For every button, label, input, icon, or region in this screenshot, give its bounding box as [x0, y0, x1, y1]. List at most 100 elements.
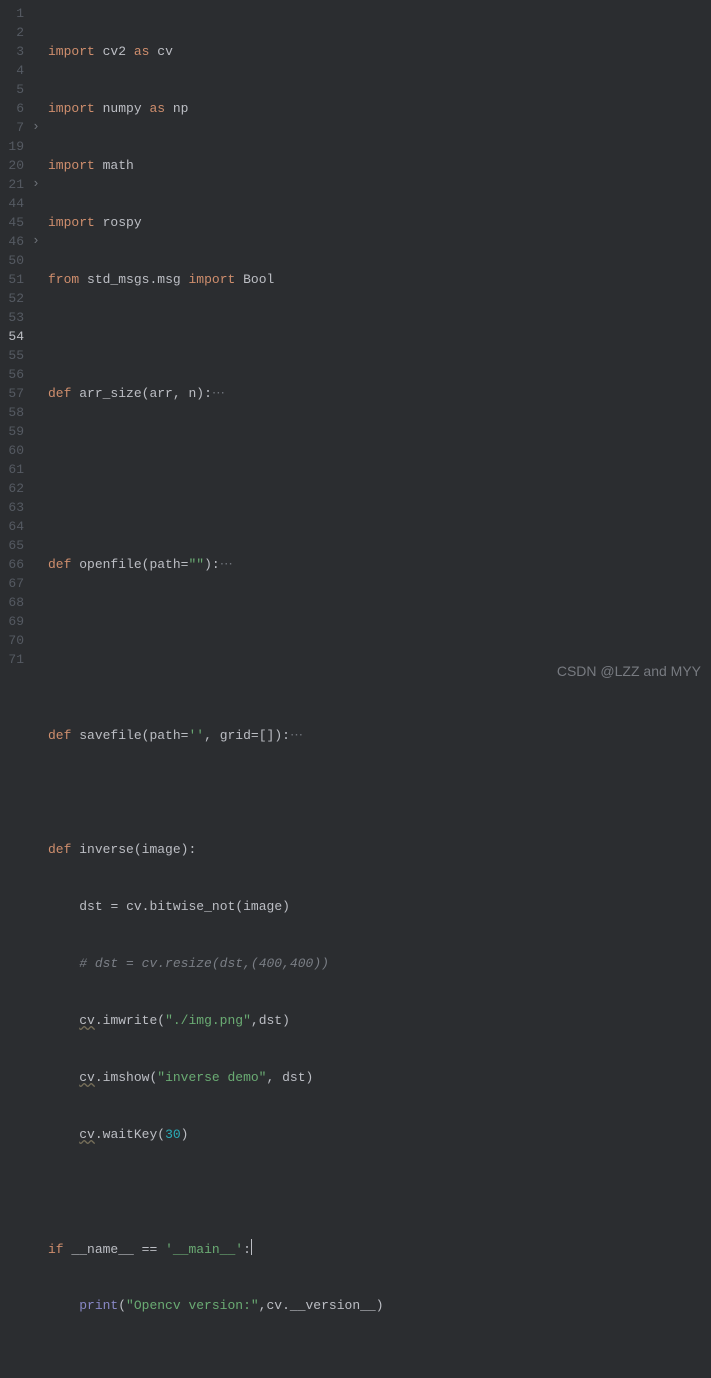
line-number: 20: [4, 156, 24, 175]
comment-400: 400: [259, 956, 282, 971]
text-caret: [251, 1239, 252, 1255]
param-grid: grid: [220, 728, 251, 743]
line-number: 44: [4, 194, 24, 213]
fold-column: [30, 0, 44, 689]
fn-savefile: savefile: [79, 728, 141, 743]
alias-cv: cv: [157, 44, 173, 59]
string-empty-sq: '': [188, 728, 204, 743]
line-number: 55: [4, 346, 24, 365]
keyword-from: from: [48, 272, 79, 287]
line-number: 57: [4, 384, 24, 403]
keyword-if: if: [48, 1242, 64, 1257]
var-dst: dst: [79, 899, 102, 914]
line-number: 67: [4, 574, 24, 593]
line-number: 46: [4, 232, 24, 251]
ref-dst: dst: [282, 1070, 305, 1085]
ref-cv: cv: [266, 1298, 282, 1313]
line-number: 54: [4, 327, 24, 346]
comment-txt: ,: [282, 956, 290, 971]
keyword-def: def: [48, 728, 71, 743]
code-area[interactable]: import cv2 as cv import numpy as np impo…: [44, 0, 711, 689]
builtin-print: print: [79, 1298, 118, 1313]
line-number: 50: [4, 251, 24, 270]
line-number: 62: [4, 479, 24, 498]
keyword-import: import: [48, 215, 95, 230]
module-cv2: cv2: [103, 44, 126, 59]
param-image: image: [142, 842, 181, 857]
op-eqeq: ==: [142, 1242, 158, 1257]
string-imgpng: "./img.png": [165, 1013, 251, 1028]
ref-cv: cv: [79, 1070, 95, 1085]
empty-list: []: [259, 728, 275, 743]
line-number: 53: [4, 308, 24, 327]
call-waitkey: waitKey: [103, 1127, 158, 1142]
line-number: 56: [4, 365, 24, 384]
keyword-def: def: [48, 842, 71, 857]
call-imshow: imshow: [103, 1070, 150, 1085]
keyword-def: def: [48, 557, 71, 572]
line-number: 45: [4, 213, 24, 232]
keyword-import: import: [48, 44, 95, 59]
line-number: 6: [4, 99, 24, 118]
line-number: 59: [4, 422, 24, 441]
ref-cv: cv: [79, 1013, 95, 1028]
module-math: math: [103, 158, 134, 173]
string-inverse-demo: "inverse demo": [157, 1070, 266, 1085]
keyword-import: import: [188, 272, 235, 287]
comment-dst: dst: [220, 956, 243, 971]
keyword-def: def: [48, 386, 71, 401]
alias-np: np: [173, 101, 189, 116]
line-number: 66: [4, 555, 24, 574]
line-number: 65: [4, 536, 24, 555]
comment-txt: ): [321, 956, 329, 971]
line-number: 1: [4, 4, 24, 23]
comment-resize: # dst = cv.resize(: [79, 956, 219, 971]
line-number: 51: [4, 270, 24, 289]
fn-arr-size: arr_size: [79, 386, 141, 401]
line-number: 61: [4, 460, 24, 479]
keyword-as: as: [149, 101, 165, 116]
line-number: 71: [4, 650, 24, 669]
line-number: 52: [4, 289, 24, 308]
comment-txt: ,: [243, 956, 251, 971]
comment-txt: (: [251, 956, 259, 971]
fold-ellipsis-icon[interactable]: ⋯: [220, 557, 233, 572]
keyword-import: import: [48, 101, 95, 116]
string-main: '__main__': [165, 1242, 243, 1257]
line-number: 64: [4, 517, 24, 536]
watermark-text: CSDN @LZZ and MYY: [557, 662, 701, 681]
ref-image: image: [243, 899, 282, 914]
module-rospy: rospy: [103, 215, 142, 230]
comment-400: 400: [290, 956, 313, 971]
string-opencv-version: "Opencv version:": [126, 1298, 259, 1313]
ref-cv: cv: [79, 1127, 95, 1142]
keyword-as: as: [134, 44, 150, 59]
comment-txt: ): [313, 956, 321, 971]
fn-inverse: inverse: [79, 842, 134, 857]
line-number: 63: [4, 498, 24, 517]
line-number: 69: [4, 612, 24, 631]
module-numpy: numpy: [103, 101, 142, 116]
line-number: 4: [4, 61, 24, 80]
attr-version: __version__: [290, 1298, 376, 1313]
line-number: 60: [4, 441, 24, 460]
code-editor[interactable]: 1234567192021444546505152535455565758596…: [0, 0, 711, 689]
attr-msg: msg: [157, 272, 180, 287]
ref-cv: cv: [126, 899, 142, 914]
fold-ellipsis-icon[interactable]: ⋯: [290, 728, 303, 743]
param-path: path: [149, 557, 180, 572]
line-number: 3: [4, 42, 24, 61]
fn-openfile: openfile: [79, 557, 141, 572]
keyword-import: import: [48, 158, 95, 173]
line-number: 2: [4, 23, 24, 42]
line-number-gutter: 1234567192021444546505152535455565758596…: [0, 0, 30, 689]
param-arr: arr: [149, 386, 172, 401]
call-imwrite: imwrite: [103, 1013, 158, 1028]
fold-ellipsis-icon[interactable]: ⋯: [212, 386, 225, 401]
line-number: 19: [4, 137, 24, 156]
ref-dst: dst: [259, 1013, 282, 1028]
class-bool: Bool: [243, 272, 274, 287]
line-number: 21: [4, 175, 24, 194]
module-stdmsgs: std_msgs: [87, 272, 149, 287]
call-bitwise-not: bitwise_not: [149, 899, 235, 914]
